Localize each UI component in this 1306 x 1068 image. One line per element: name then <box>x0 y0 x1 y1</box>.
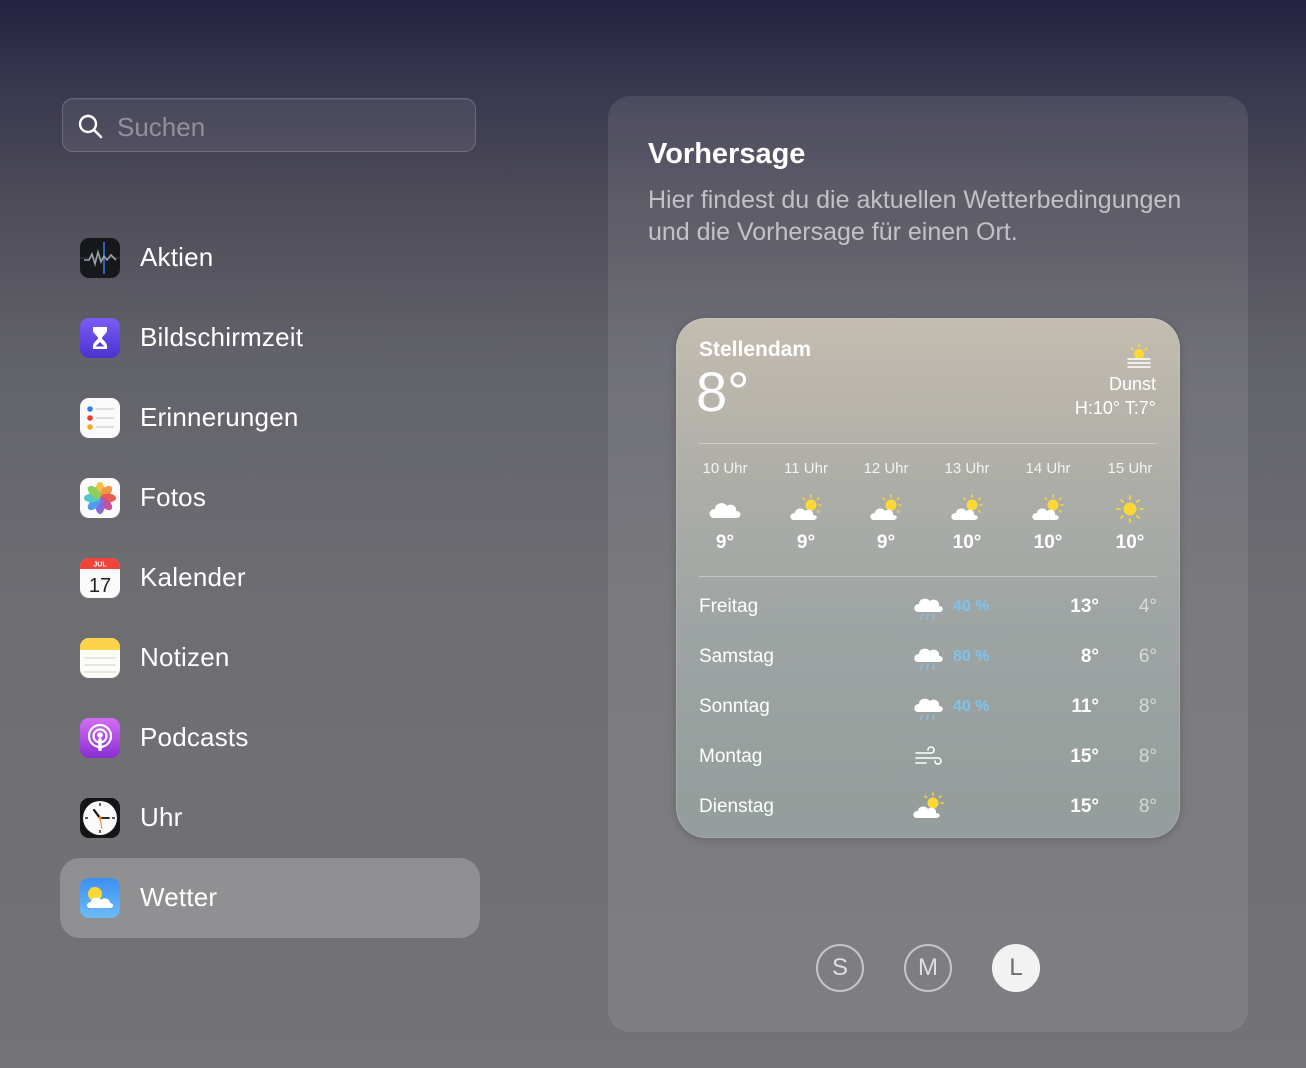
app-item-kalender[interactable]: JUL 17 Kalender <box>60 538 480 618</box>
haze-icon <box>1127 343 1151 368</box>
day-high: 15° <box>1070 746 1099 767</box>
partly-sunny-icon <box>866 494 906 524</box>
hour-temp: 10° <box>952 532 982 553</box>
day-name: Samstag <box>699 646 774 667</box>
hour-temp: 9° <box>715 532 735 553</box>
precip-chance: 40 % <box>953 598 990 615</box>
hour-time: 15 Uhr <box>1107 460 1153 477</box>
calendar-icon: JUL 17 <box>80 558 120 598</box>
rain-icon <box>914 648 943 670</box>
hourly-item: 13 Uhr 10° <box>927 460 1007 554</box>
hour-temp: 9° <box>876 532 896 553</box>
size-medium-button[interactable]: M <box>904 944 952 992</box>
app-label: Wetter <box>140 882 218 912</box>
wind-icon <box>915 746 942 765</box>
hour-temp: 9° <box>796 532 816 553</box>
widget-temperature: 8° <box>696 360 750 423</box>
rain-icon <box>914 598 943 620</box>
hour-time: 10 Uhr <box>702 460 748 477</box>
daily-row: Dienstag 15° 8° <box>699 792 1157 822</box>
weather-widget[interactable]: Stellendam 8° Dunst H:10° T:7° 10 Uhr 9°… <box>676 318 1180 838</box>
app-label: Podcasts <box>140 722 249 752</box>
hour-time: 11 Uhr <box>784 460 828 477</box>
search-input[interactable] <box>115 107 459 147</box>
day-low: 8° <box>1138 796 1157 817</box>
day-low: 8° <box>1138 696 1157 717</box>
widget-city: Stellendam <box>699 338 812 361</box>
day-high: 15° <box>1070 796 1099 817</box>
panel-title: Vorhersage <box>648 138 806 170</box>
day-low: 6° <box>1138 646 1157 667</box>
daily-row: Freitag 40 % 13° 4° <box>699 592 1157 622</box>
calendar-day: 17 <box>89 575 111 597</box>
divider <box>699 443 1157 444</box>
partly-sunny-icon <box>913 792 944 818</box>
partly-sunny-icon <box>1028 494 1068 524</box>
app-item-uhr[interactable]: Uhr <box>60 778 480 858</box>
app-item-aktien[interactable]: Aktien <box>60 218 480 298</box>
search-field[interactable] <box>62 98 476 152</box>
photos-icon <box>80 478 120 518</box>
app-label: Notizen <box>140 642 230 672</box>
daily-row: Sonntag 40 % 11° 8° <box>699 692 1157 722</box>
widget-high-low: H:10° T:7° <box>1074 398 1156 418</box>
hourly-item: 10 Uhr 9° <box>685 460 765 554</box>
size-small-button[interactable]: S <box>816 944 864 992</box>
day-name: Freitag <box>699 596 759 617</box>
screen-time-icon <box>80 318 120 358</box>
app-list: Aktien Bildschirmzeit Erinnerungen Fotos… <box>60 218 480 938</box>
hourly-item: 11 Uhr 9° <box>766 460 846 554</box>
app-label: Kalender <box>140 562 246 592</box>
sun-icon <box>1110 494 1150 524</box>
hourly-item: 14 Uhr 10° <box>1008 460 1088 554</box>
app-label: Bildschirmzeit <box>140 322 304 352</box>
calendar-month: JUL <box>93 562 107 569</box>
cloud-icon <box>705 494 745 524</box>
size-large-button[interactable]: L <box>992 944 1040 992</box>
day-high: 13° <box>1070 596 1099 617</box>
hour-temp: 10° <box>1033 532 1063 553</box>
widget-condition: Dunst <box>1108 374 1156 394</box>
hour-temp: 10° <box>1115 532 1145 553</box>
day-high: 8° <box>1080 646 1099 667</box>
day-name: Dienstag <box>699 796 774 817</box>
notes-icon <box>80 638 120 678</box>
day-low: 8° <box>1138 746 1157 767</box>
panel-description: Hier findest du die aktuellen Wetterbedi… <box>648 186 1182 246</box>
hourly-item: 15 Uhr 10° <box>1090 460 1170 554</box>
app-label: Fotos <box>140 482 207 512</box>
day-high: 11° <box>1071 696 1099 717</box>
app-item-fotos[interactable]: Fotos <box>60 458 480 538</box>
reminders-icon <box>80 398 120 438</box>
app-item-podcasts[interactable]: Podcasts <box>60 698 480 778</box>
hour-time: 12 Uhr <box>863 460 909 477</box>
search-icon <box>78 114 103 139</box>
daily-row: Samstag 80 % 8° 6° <box>699 642 1157 672</box>
app-label: Aktien <box>140 242 214 272</box>
rain-icon <box>914 698 943 720</box>
precip-chance: 40 % <box>953 698 990 715</box>
daily-row: Montag 15° 8° <box>699 742 1157 772</box>
day-name: Montag <box>699 746 763 767</box>
clock-icon <box>80 798 120 838</box>
precip-chance: 80 % <box>953 648 990 665</box>
app-label: Uhr <box>140 802 183 832</box>
day-low: 4° <box>1138 596 1157 617</box>
stocks-icon <box>80 238 120 278</box>
app-label: Erinnerungen <box>140 402 299 432</box>
weather-icon <box>80 878 120 918</box>
podcasts-icon <box>80 718 120 758</box>
hourly-item: 12 Uhr 9° <box>846 460 926 554</box>
hour-time: 13 Uhr <box>944 460 990 477</box>
partly-sunny-icon <box>786 494 826 524</box>
app-item-notizen[interactable]: Notizen <box>60 618 480 698</box>
app-item-erinnerungen[interactable]: Erinnerungen <box>60 378 480 458</box>
day-name: Sonntag <box>699 696 770 717</box>
partly-sunny-icon <box>947 494 987 524</box>
divider <box>699 576 1157 577</box>
app-item-bildschirmzeit[interactable]: Bildschirmzeit <box>60 298 480 378</box>
app-item-wetter[interactable]: Wetter <box>60 858 480 938</box>
hour-time: 14 Uhr <box>1025 460 1071 477</box>
